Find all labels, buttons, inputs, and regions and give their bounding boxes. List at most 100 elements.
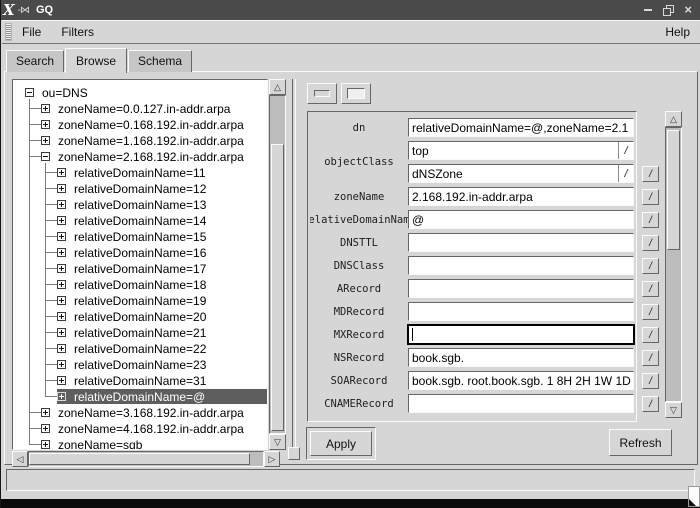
expand-plus-icon[interactable] xyxy=(57,328,66,337)
minimize-icon[interactable] xyxy=(644,9,652,11)
refresh-button[interactable]: Refresh xyxy=(609,429,672,456)
relativeDomainName-options-button[interactable]: / xyxy=(642,212,659,228)
menu-filters[interactable]: Filters xyxy=(61,25,94,39)
tree-item-content: zoneName=1.168.192.in-addr.arpa xyxy=(41,133,267,148)
expand-plus-icon[interactable] xyxy=(57,264,66,273)
window-menu-icon[interactable]: -⋈ xyxy=(18,5,29,16)
MXRecord-options-button[interactable]: / xyxy=(642,327,659,343)
scroll-left-icon[interactable]: ◁ xyxy=(12,451,28,467)
value-input-objectClass[interactable]: dNSZone/ xyxy=(408,164,634,183)
attribute-label-relativeDomainName: relativeDomainName xyxy=(310,210,408,229)
value-input-relativeDomainName[interactable]: @ xyxy=(408,210,634,229)
tab-schema[interactable]: Schema xyxy=(128,50,192,72)
value-input-SOARecord[interactable]: book.sgb. root.book.sgb. 1 8H 2H 1W 1D xyxy=(408,371,634,390)
tree-item[interactable]: zoneName=sgb xyxy=(13,437,267,450)
NSRecord-options-button[interactable]: / xyxy=(642,350,659,366)
tree-vscroll-thumb[interactable] xyxy=(271,144,284,431)
expand-plus-icon[interactable] xyxy=(57,296,66,305)
MDRecord-options-button[interactable]: / xyxy=(642,304,659,320)
expand-plus-icon[interactable] xyxy=(57,216,66,225)
scroll-right-icon[interactable]: ▷ xyxy=(264,451,280,467)
collapse-minus-icon[interactable] xyxy=(41,152,50,161)
scroll-down-icon[interactable]: ▽ xyxy=(269,434,286,450)
tab-search[interactable]: Search xyxy=(6,50,64,72)
tree-item[interactable]: zoneName=0.168.192.in-addr.arpa xyxy=(13,117,267,132)
tree-vscroll-trough[interactable] xyxy=(269,95,286,434)
tab-browse[interactable]: Browse xyxy=(65,48,127,73)
tree-item[interactable]: zoneName=4.168.192.in-addr.arpa xyxy=(13,421,267,436)
value-input-ARecord[interactable] xyxy=(408,279,634,298)
menu-file[interactable]: File xyxy=(22,25,41,39)
CNAMERecord-options-button[interactable]: / xyxy=(642,396,659,412)
expand-plus-icon[interactable] xyxy=(57,248,66,257)
close-icon[interactable]: × xyxy=(684,4,692,16)
expand-plus-icon[interactable] xyxy=(57,392,66,401)
menu-help[interactable]: Help xyxy=(665,25,690,39)
tree-item-content: zoneName=sgb xyxy=(41,437,267,450)
tree-item[interactable]: zoneName=1.168.192.in-addr.arpa xyxy=(13,133,267,148)
attribute-row: relativeDomainName@ xyxy=(310,210,634,229)
maximize-icon[interactable] xyxy=(663,5,673,15)
tree-item-content: relativeDomainName=19 xyxy=(57,293,267,308)
value-input-NSRecord[interactable]: book.sgb. xyxy=(408,348,634,367)
value-input-DNSClass[interactable] xyxy=(408,256,634,275)
expand-plus-icon[interactable] xyxy=(57,344,66,353)
tree-item[interactable]: zoneName=0.0.127.in-addr.arpa xyxy=(13,101,267,116)
value-input-dn[interactable]: relativeDomainName=@,zoneName=2.1 xyxy=(408,118,634,137)
combo-slash-icon[interactable]: / xyxy=(618,142,633,159)
tree-item-label: zoneName=0.0.127.in-addr.arpa xyxy=(55,102,233,116)
tree-item-label: relativeDomainName=17 xyxy=(71,262,209,276)
expand-plus-icon[interactable] xyxy=(41,136,50,145)
tree-connector-line xyxy=(46,204,57,205)
combo-slash-icon[interactable]: / xyxy=(618,165,633,182)
scroll-down-icon[interactable]: ▽ xyxy=(665,402,682,418)
titlebar[interactable]: X -⋈ GQ × xyxy=(1,0,700,20)
DNSClass-options-button[interactable]: / xyxy=(642,258,659,274)
expand-plus-icon[interactable] xyxy=(57,360,66,369)
resize-grip[interactable] xyxy=(688,486,700,507)
tree-connector-line xyxy=(30,444,41,445)
pane-divider-handle[interactable] xyxy=(288,447,300,460)
tree-hscroll-thumb[interactable] xyxy=(29,453,250,465)
value-input-MDRecord[interactable] xyxy=(408,302,634,321)
value-input-objectClass[interactable]: top/ xyxy=(408,141,634,160)
entry-collapse-button[interactable] xyxy=(307,83,337,104)
value-input-CNAMERecord[interactable] xyxy=(408,394,634,413)
ARecord-options-button[interactable]: / xyxy=(642,281,659,297)
objectClass-options-button[interactable]: / xyxy=(642,166,659,182)
expand-plus-icon[interactable] xyxy=(41,120,50,129)
expand-plus-icon[interactable] xyxy=(57,200,66,209)
expand-plus-icon[interactable] xyxy=(57,280,66,289)
expand-plus-icon[interactable] xyxy=(41,424,50,433)
expand-plus-icon[interactable] xyxy=(57,376,66,385)
expand-plus-icon[interactable] xyxy=(57,168,66,177)
expand-plus-icon[interactable] xyxy=(57,232,66,241)
tree-item[interactable]: zoneName=2.168.192.in-addr.arpa xyxy=(13,149,267,164)
form-vscroll-thumb[interactable] xyxy=(667,130,680,250)
value-input-DNSTTL[interactable] xyxy=(408,233,634,252)
expand-plus-icon[interactable] xyxy=(57,184,66,193)
expand-plus-icon[interactable] xyxy=(41,408,50,417)
expand-plus-icon[interactable] xyxy=(57,312,66,321)
tree-item[interactable]: zoneName=3.168.192.in-addr.arpa xyxy=(13,405,267,420)
value-input-MXRecord[interactable] xyxy=(408,325,634,344)
scroll-up-icon[interactable]: △ xyxy=(269,79,286,95)
DNSTTL-options-button[interactable]: / xyxy=(642,235,659,251)
tree-item[interactable]: ou=DNS xyxy=(13,85,267,100)
value-input-zoneName[interactable]: 2.168.192.in-addr.arpa xyxy=(408,187,634,206)
expand-plus-icon[interactable] xyxy=(41,104,50,113)
apply-button[interactable]: Apply xyxy=(310,431,372,456)
zoneName-options-button[interactable]: / xyxy=(642,189,659,205)
entry-expand-button[interactable] xyxy=(341,83,371,104)
tree-hscroll-trough[interactable] xyxy=(28,451,264,467)
scroll-up-icon[interactable]: △ xyxy=(665,111,682,127)
tree-connector-line xyxy=(46,172,57,173)
menubar-grip-handle[interactable] xyxy=(5,23,12,41)
form-vscroll-trough[interactable] xyxy=(665,127,682,402)
collapse-minus-icon[interactable] xyxy=(25,88,34,97)
expand-plus-icon[interactable] xyxy=(41,440,50,449)
tree-item-content: relativeDomainName=14 xyxy=(57,213,267,228)
tree-item-label: relativeDomainName=15 xyxy=(71,230,209,244)
pane-divider[interactable] xyxy=(292,79,296,457)
SOARecord-options-button[interactable]: / xyxy=(642,373,659,389)
